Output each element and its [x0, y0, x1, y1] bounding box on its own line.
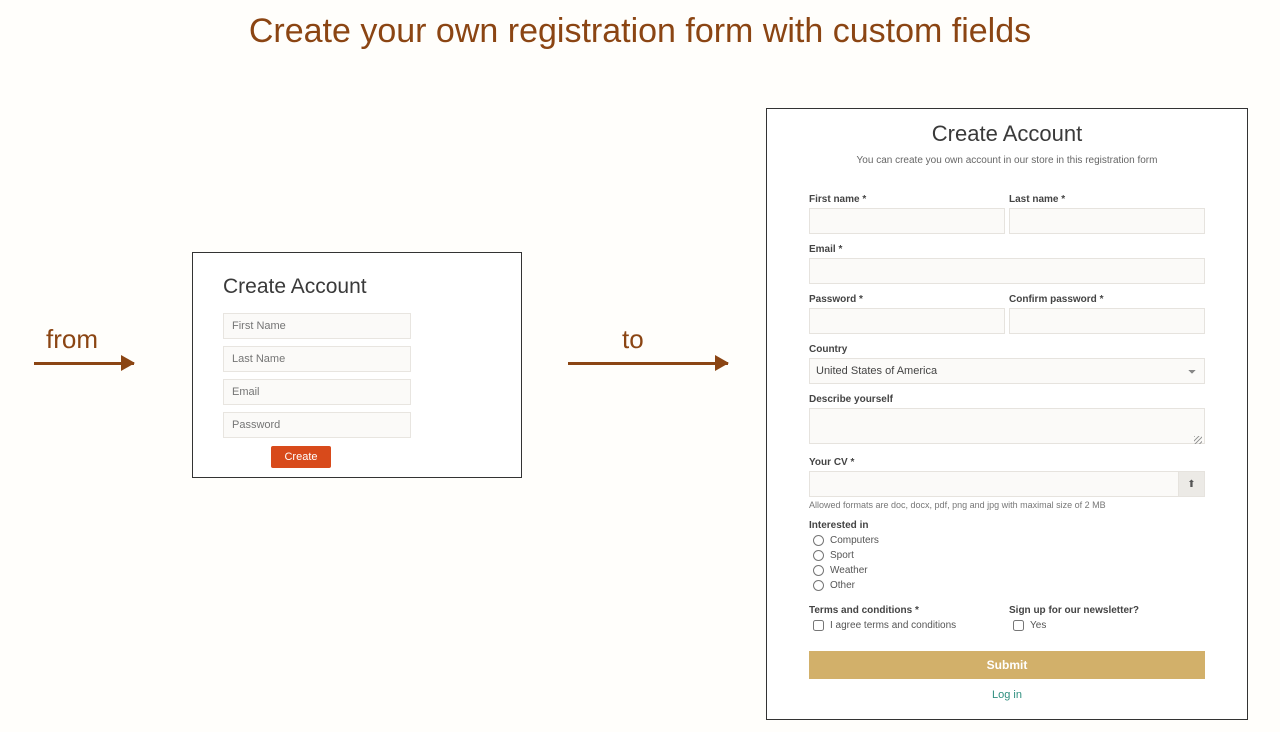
country-label: Country — [809, 344, 1205, 355]
upload-icon: ⬆ — [1187, 479, 1195, 490]
interested-label: Interested in — [809, 520, 1205, 531]
terms-checkbox-label: I agree terms and conditions — [830, 620, 956, 631]
terms-checkbox[interactable]: I agree terms and conditions — [813, 620, 1005, 631]
interest-radio-sport[interactable]: Sport — [813, 550, 1205, 561]
simple-form-panel: Create Account Create — [192, 252, 522, 478]
to-label: to — [622, 324, 644, 355]
interest-radio-label: Weather — [830, 565, 868, 576]
last-name-label: Last name * — [1009, 194, 1205, 205]
from-label: from — [46, 324, 98, 355]
cv-field[interactable] — [809, 471, 1179, 497]
country-select[interactable]: United States of America — [809, 358, 1205, 384]
newsletter-checkbox-label: Yes — [1030, 620, 1046, 631]
interest-radio-label: Sport — [830, 550, 854, 561]
page-title: Create your own registration form with c… — [0, 12, 1280, 51]
confirm-password-label: Confirm password * — [1009, 294, 1205, 305]
password-label: Password * — [809, 294, 1005, 305]
first-name-label: First name * — [809, 194, 1005, 205]
describe-label: Describe yourself — [809, 394, 1205, 405]
email-label: Email * — [809, 244, 1205, 255]
interest-radio-label: Computers — [830, 535, 879, 546]
cv-hint: Allowed formats are doc, docx, pdf, png … — [809, 500, 1205, 510]
interest-radio-label: Other — [830, 580, 855, 591]
interest-radio-weather[interactable]: Weather — [813, 565, 1205, 576]
submit-button[interactable]: Submit — [809, 651, 1205, 679]
last-name-input[interactable] — [223, 346, 411, 372]
interest-radio-other[interactable]: Other — [813, 580, 1205, 591]
first-name-field[interactable] — [809, 208, 1005, 234]
password-input[interactable] — [223, 412, 411, 438]
login-link[interactable]: Log in — [809, 689, 1205, 701]
custom-form-title: Create Account — [809, 121, 1205, 147]
simple-form-title: Create Account — [223, 275, 491, 299]
interest-radio-computers[interactable]: Computers — [813, 535, 1205, 546]
cv-label: Your CV * — [809, 457, 1205, 468]
password-field[interactable] — [809, 308, 1005, 334]
arrow-to-icon — [568, 362, 728, 365]
last-name-field[interactable] — [1009, 208, 1205, 234]
newsletter-label: Sign up for our newsletter? — [1009, 605, 1205, 616]
email-field[interactable] — [809, 258, 1205, 284]
custom-form-subtitle: You can create you own account in our st… — [809, 155, 1205, 166]
describe-textarea[interactable] — [809, 408, 1205, 444]
create-button[interactable]: Create — [271, 446, 331, 468]
email-input[interactable] — [223, 379, 411, 405]
custom-form-panel: Create Account You can create you own ac… — [766, 108, 1248, 720]
confirm-password-field[interactable] — [1009, 308, 1205, 334]
upload-button[interactable]: ⬆ — [1179, 471, 1205, 497]
arrow-from-icon — [34, 362, 134, 365]
terms-label: Terms and conditions * — [809, 605, 1005, 616]
first-name-input[interactable] — [223, 313, 411, 339]
newsletter-checkbox[interactable]: Yes — [1013, 620, 1205, 631]
